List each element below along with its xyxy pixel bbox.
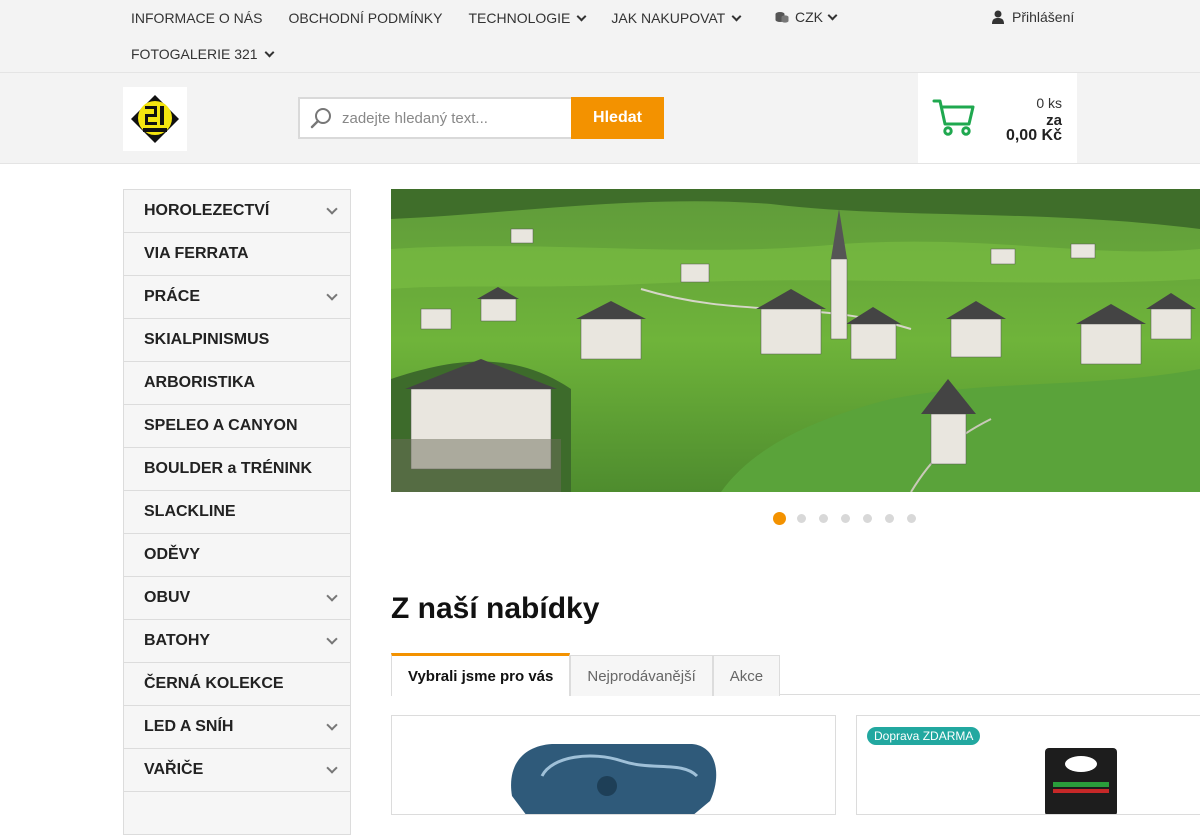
product-card[interactable] — [391, 715, 836, 815]
currency-label: CZK — [795, 9, 823, 25]
login-label: Přihlášení — [1012, 9, 1075, 25]
belay-device-image — [511, 744, 717, 814]
chevron-down-icon — [731, 11, 742, 21]
category-varice[interactable]: VAŘIČE — [124, 749, 350, 792]
logo-321-outdoor-icon — [123, 87, 187, 151]
slider-dot-7[interactable] — [907, 514, 916, 523]
category-speleo-canyon[interactable]: SPELEO A CANYON — [124, 405, 350, 448]
chevron-down-icon — [264, 47, 275, 57]
category-horolezectvi[interactable]: HOROLEZECTVÍ — [124, 190, 350, 233]
slider-dot-4[interactable] — [841, 514, 850, 523]
shopping-cart-icon — [932, 99, 975, 136]
login-link[interactable]: Přihlášení — [992, 9, 1074, 25]
slider-dot-2[interactable] — [797, 514, 806, 523]
slider-dot-1[interactable] — [773, 512, 786, 525]
cart-summary[interactable]: 0 ks za 0,00 Kč — [918, 73, 1077, 163]
category-prace[interactable]: PRÁCE — [124, 276, 350, 319]
category-via-ferrata[interactable]: VIA FERRATA — [124, 233, 350, 276]
user-icon — [992, 10, 1004, 24]
product-card[interactable]: Doprava ZDARMA — [856, 715, 1200, 815]
category-batohy[interactable]: BATOHY — [124, 620, 350, 663]
hero-banner-slide[interactable] — [391, 189, 1200, 492]
cart-total: 0,00 Kč — [1005, 127, 1062, 144]
nav-item-jak-nakupovat[interactable]: JAK NAKUPOVAT — [611, 10, 742, 26]
chevron-down-icon — [326, 632, 338, 645]
header: Hledat 0 ks za 0,00 Kč — [0, 72, 1200, 164]
chevron-down-icon — [827, 10, 838, 20]
chevron-down-icon — [326, 202, 338, 215]
nav-item-informace[interactable]: INFORMACE O NÁS — [131, 10, 262, 26]
chevron-down-icon — [326, 589, 338, 602]
currency-selector[interactable]: CZK — [775, 9, 838, 25]
category-arboristika[interactable]: ARBORISTIKA — [124, 362, 350, 405]
nav-item-fotogalerie[interactable]: FOTOGALERIE 321 — [131, 46, 275, 62]
search-box — [298, 97, 572, 139]
coins-icon — [775, 12, 789, 23]
chevron-down-icon — [576, 11, 587, 21]
top-bar: INFORMACE O NÁS OBCHODNÍ PODMÍNKY TECHNO… — [0, 0, 1200, 72]
search-icon — [310, 108, 331, 129]
slider-pagination — [773, 512, 929, 525]
search-input[interactable] — [342, 109, 542, 127]
product-package-image — [1045, 748, 1117, 814]
top-nav-row-2: FOTOGALERIE 321 — [131, 36, 771, 72]
chevron-down-icon — [326, 718, 338, 731]
offer-section-title: Z naší nabídky — [391, 592, 600, 625]
category-more[interactable] — [124, 792, 350, 835]
top-nav-row-1: INFORMACE O NÁS OBCHODNÍ PODMÍNKY TECHNO… — [131, 0, 771, 36]
nav-item-technologie[interactable]: TECHNOLOGIE — [468, 10, 587, 26]
category-odevy[interactable]: ODĚVY — [124, 534, 350, 577]
slider-dot-6[interactable] — [885, 514, 894, 523]
offer-tabs: Vybrali jsme pro vás Nejprodávanější Akc… — [391, 653, 1200, 696]
search-button[interactable]: Hledat — [571, 97, 664, 139]
slider-dot-5[interactable] — [863, 514, 872, 523]
category-cerna-kolekce[interactable]: ČERNÁ KOLEKCE — [124, 663, 350, 706]
category-slackline[interactable]: SLACKLINE — [124, 491, 350, 534]
category-boulder-trenink[interactable]: BOULDER a TRÉNINK — [124, 448, 350, 491]
cart-quantity: 0 ks — [1036, 95, 1062, 111]
category-obuv[interactable]: OBUV — [124, 577, 350, 620]
top-navigation: INFORMACE O NÁS OBCHODNÍ PODMÍNKY TECHNO… — [131, 0, 771, 72]
tab-vybrali-jsme[interactable]: Vybrali jsme pro vás — [391, 653, 571, 696]
tab-akce[interactable]: Akce — [712, 655, 781, 696]
mountain-village-image — [391, 189, 1200, 492]
category-sidebar: HOROLEZECTVÍ VIA FERRATA PRÁCE SKIALPINI… — [123, 189, 351, 835]
nav-item-obchodni-podminky[interactable]: OBCHODNÍ PODMÍNKY — [288, 10, 442, 26]
category-skialpinismus[interactable]: SKIALPINISMUS — [124, 319, 350, 362]
slider-dot-3[interactable] — [819, 514, 828, 523]
category-led-a-snih[interactable]: LED A SNÍH — [124, 706, 350, 749]
chevron-down-icon — [326, 761, 338, 774]
chevron-down-icon — [326, 288, 338, 301]
site-logo[interactable] — [123, 87, 187, 151]
tab-nejprodavanejsi[interactable]: Nejprodávanější — [570, 655, 713, 696]
